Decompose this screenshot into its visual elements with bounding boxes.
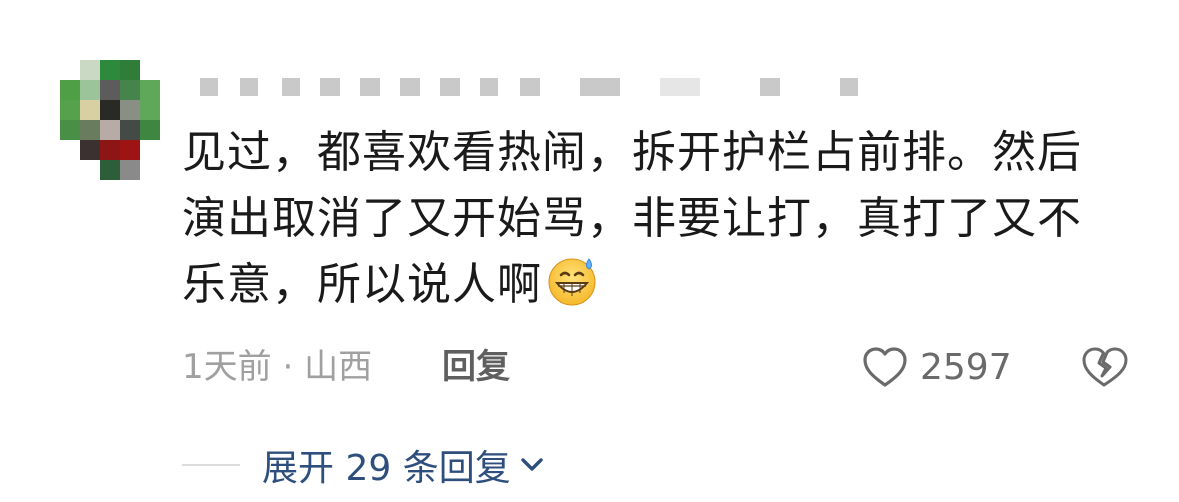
dislike-button[interactable] bbox=[1080, 343, 1128, 391]
avatar-pixel bbox=[140, 100, 160, 120]
avatar-pixel bbox=[80, 140, 100, 160]
avatar-pixel bbox=[140, 160, 160, 180]
avatar-pixel bbox=[100, 160, 120, 180]
avatar-pixel bbox=[120, 100, 140, 120]
like-count: 2597 bbox=[920, 346, 1012, 388]
comment-location: 山西 bbox=[304, 347, 373, 387]
avatar-pixel bbox=[120, 160, 140, 180]
divider bbox=[182, 464, 240, 466]
avatar-pixel bbox=[120, 140, 140, 160]
avatar-pixel bbox=[80, 60, 100, 80]
comment-card: 见过，都喜欢看热闹，拆开护栏占前排。然后 演出取消了又开始骂，非要让打，真打了又… bbox=[0, 0, 1179, 502]
avatar-pixel bbox=[60, 140, 80, 160]
chevron-down-icon bbox=[521, 458, 543, 471]
avatar-pixel bbox=[140, 120, 160, 140]
avatar-pixel bbox=[80, 160, 100, 180]
avatar-pixel bbox=[80, 120, 100, 140]
avatar-pixel bbox=[60, 80, 80, 100]
expand-replies-label: 展开 29 条回复 bbox=[262, 448, 511, 489]
comment-text-line: 见过，都喜欢看热闹，拆开护栏占前排。然后 bbox=[182, 127, 1082, 178]
comment-meta: 1天前 · 山西 回复 bbox=[182, 343, 510, 391]
comment-text-line-content: 乐意，所以说人啊 bbox=[182, 259, 542, 310]
avatar-pixel bbox=[120, 120, 140, 140]
avatar-pixel bbox=[60, 160, 80, 180]
grinning-face-with-sweat-icon bbox=[548, 258, 596, 306]
avatar-pixel bbox=[60, 60, 80, 80]
avatar-pixel bbox=[140, 60, 160, 80]
avatar-pixel bbox=[100, 120, 120, 140]
like-button[interactable]: 2597 bbox=[862, 343, 1012, 391]
avatar[interactable] bbox=[60, 60, 160, 180]
avatar-pixel bbox=[60, 100, 80, 120]
avatar-pixel bbox=[120, 60, 140, 80]
avatar-pixel bbox=[140, 140, 160, 160]
meta-separator: · bbox=[282, 347, 294, 387]
avatar-pixel bbox=[80, 100, 100, 120]
avatar-pixel bbox=[100, 60, 120, 80]
comment-text-line: 乐意，所以说人啊 bbox=[182, 252, 1142, 318]
avatar-pixel bbox=[100, 140, 120, 160]
avatar-pixel bbox=[80, 80, 100, 100]
expand-replies-button[interactable]: 展开 29 条回复 bbox=[262, 439, 547, 491]
avatar-pixel bbox=[60, 120, 80, 140]
expand-replies-row: 展开 29 条回复 bbox=[182, 440, 547, 490]
avatar-pixel bbox=[100, 100, 120, 120]
username-blurred[interactable] bbox=[200, 78, 900, 98]
heart-outline-icon bbox=[863, 347, 907, 387]
comment-time: 1天前 bbox=[182, 347, 272, 387]
reply-button[interactable]: 回复 bbox=[442, 343, 510, 391]
comment-text: 见过，都喜欢看热闹，拆开护栏占前排。然后 演出取消了又开始骂，非要让打，真打了又… bbox=[182, 120, 1142, 318]
comment-text-line: 演出取消了又开始骂，非要让打，真打了又不 bbox=[182, 193, 1082, 244]
avatar-pixel bbox=[140, 80, 160, 100]
avatar-pixel bbox=[120, 80, 140, 100]
avatar-pixel bbox=[100, 80, 120, 100]
broken-heart-icon bbox=[1082, 347, 1128, 387]
